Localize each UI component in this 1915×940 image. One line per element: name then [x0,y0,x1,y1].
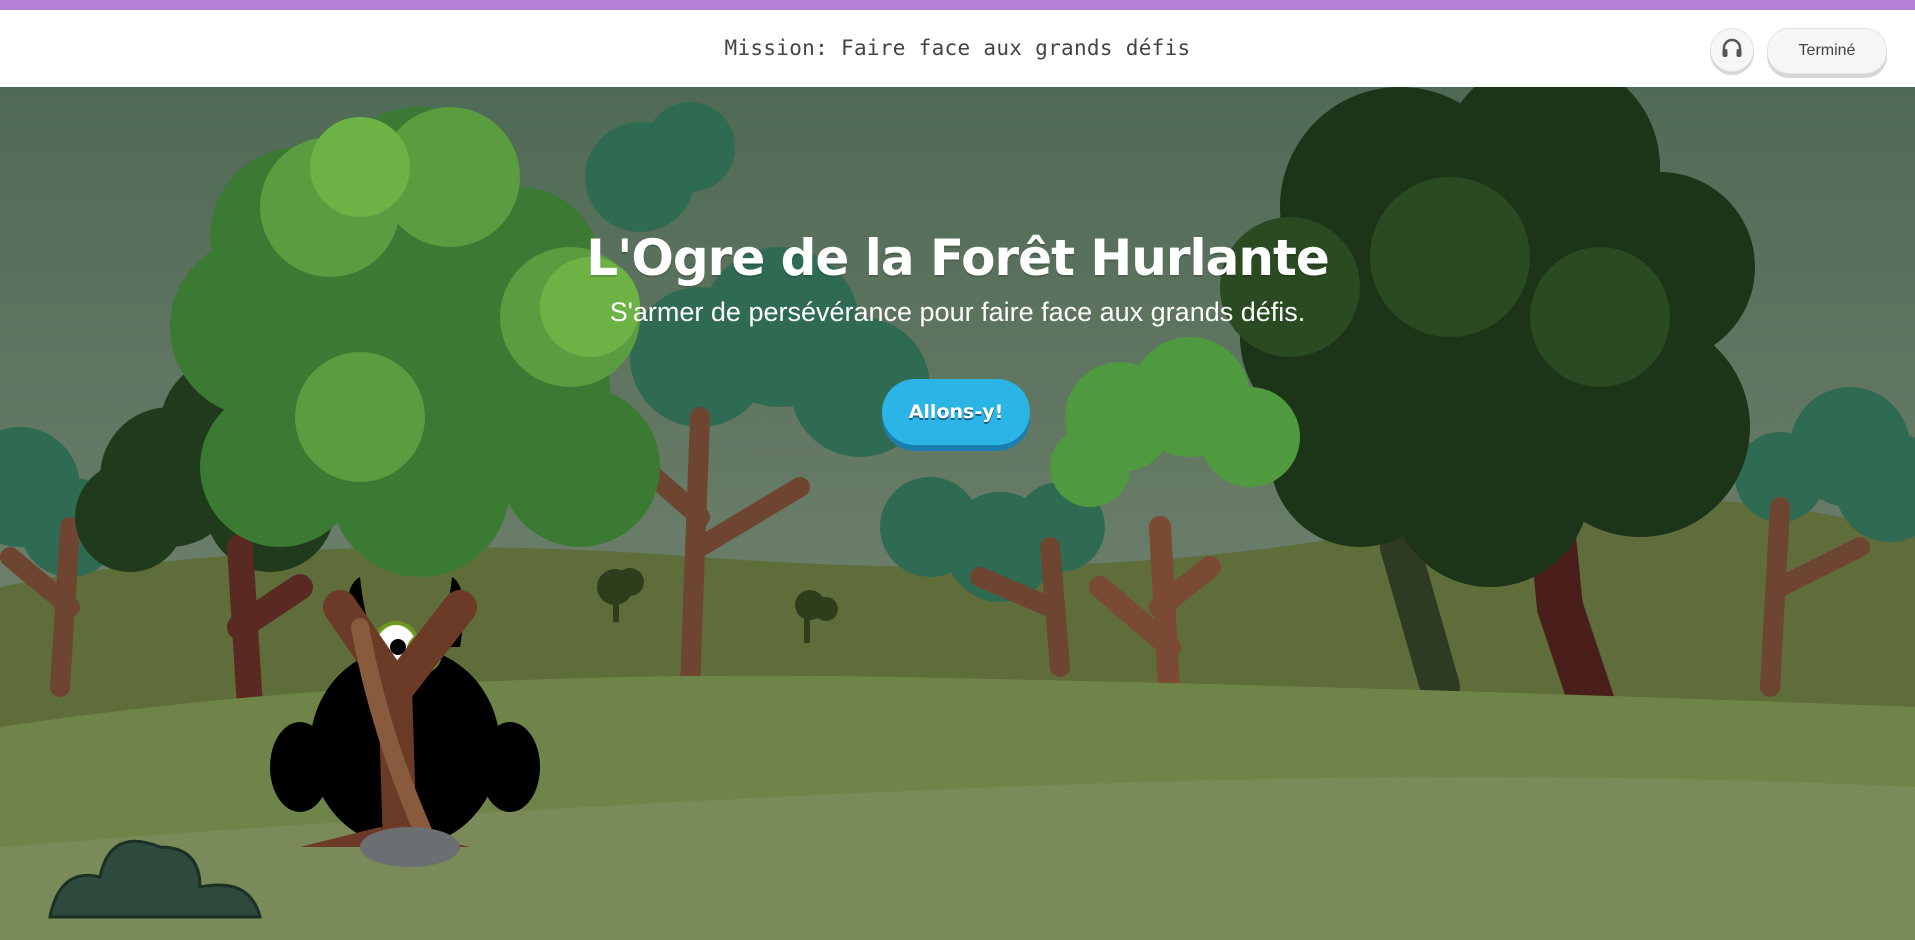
hero-subtitle: S'armer de persévérance pour faire face … [609,297,1306,327]
done-button[interactable]: Terminé [1767,28,1887,74]
top-accent-bar [0,0,1915,10]
hero-title: L'Ogre de la Forêt Hurlante [586,229,1330,287]
header-bar: Mission: Faire face aux grands défis Ter… [0,10,1915,88]
audio-button[interactable] [1710,28,1754,72]
mission-title: Mission: Faire face aux grands défis [724,36,1191,60]
start-button[interactable]: Allons-y! [882,379,1030,445]
forest-illustration [0,87,1915,940]
headphones-icon [1721,38,1743,62]
forest-scene: L'Ogre de la Forêt Hurlante S'armer de p… [0,87,1915,940]
